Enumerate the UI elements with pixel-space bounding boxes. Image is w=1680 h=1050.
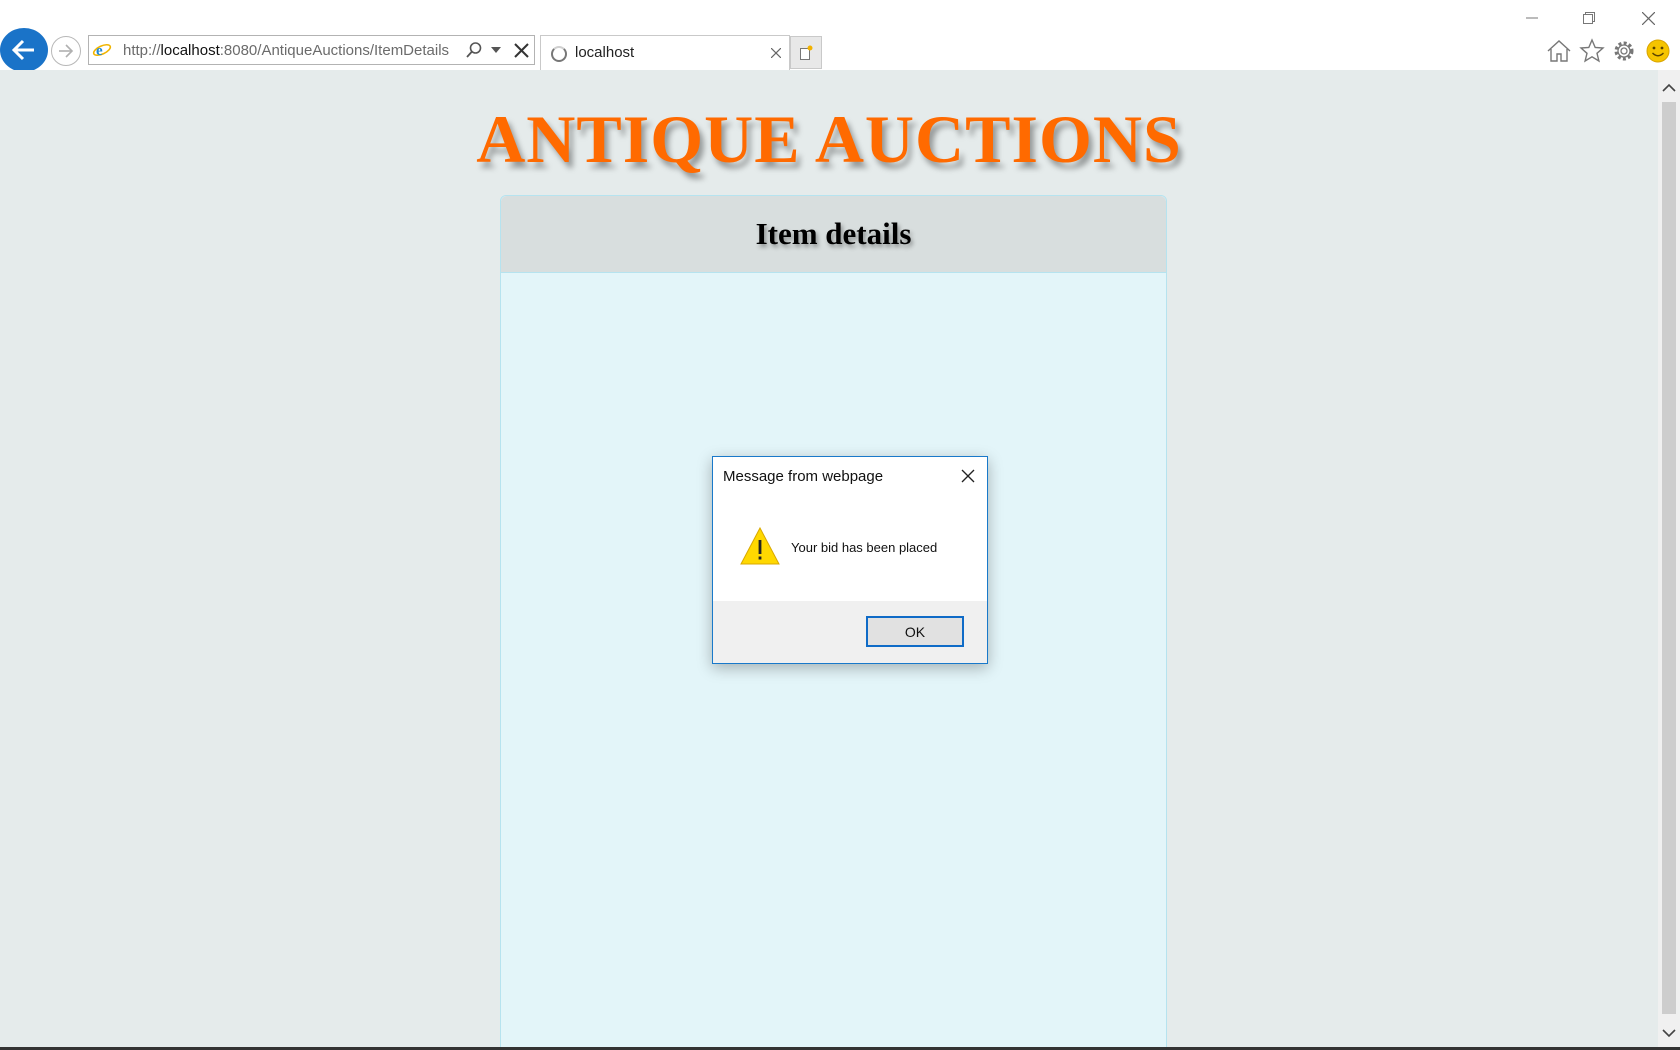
new-tab-button[interactable]: [790, 36, 822, 69]
dialog-close-button[interactable]: [957, 465, 979, 487]
svg-text:e: e: [96, 43, 103, 59]
dialog-title: Message from webpage: [723, 468, 884, 485]
tab-close-button[interactable]: [770, 43, 782, 62]
restore-icon: [1583, 12, 1595, 24]
alert-dialog: Message from webpage Your bid has been p…: [712, 456, 988, 664]
url-path: :8080/AntiqueAuctions/ItemDetails: [219, 42, 450, 59]
scroll-down-icon: [1662, 1028, 1676, 1037]
scroll-up-icon: [1662, 83, 1676, 92]
feedback-button[interactable]: [1644, 37, 1672, 65]
ok-button[interactable]: OK: [866, 616, 964, 647]
address-url[interactable]: http://localhost:8080/AntiqueAuctions/It…: [123, 42, 449, 59]
url-host: localhost: [160, 42, 220, 59]
forward-arrow-icon: [59, 44, 74, 58]
favorites-star-icon: [1579, 38, 1605, 63]
dropdown-icon: [491, 47, 501, 53]
restore-button[interactable]: [1569, 6, 1609, 30]
minimize-icon: [1526, 17, 1538, 19]
address-bar[interactable]: e http://localhost:8080/AntiqueAuctions/…: [88, 35, 535, 65]
search-button[interactable]: [464, 40, 484, 60]
url-scheme: http://: [123, 42, 161, 59]
stop-icon: [513, 42, 529, 58]
loading-spinner-icon: [551, 46, 567, 62]
tab-localhost[interactable]: localhost: [540, 35, 790, 70]
home-button[interactable]: [1545, 37, 1573, 65]
forward-button[interactable]: [51, 36, 81, 66]
close-window-button[interactable]: [1628, 6, 1668, 30]
warning-icon: [740, 526, 780, 565]
search-icon: [466, 42, 482, 58]
tab-title: localhost: [575, 44, 635, 61]
scroll-down-button[interactable]: [1658, 1020, 1680, 1046]
address-dropdown-button[interactable]: [489, 40, 503, 60]
favorites-button[interactable]: [1578, 37, 1606, 65]
feedback-smiley-icon: [1646, 39, 1670, 63]
close-icon: [1641, 11, 1655, 25]
tab-close-icon: [770, 47, 782, 59]
close-icon: [961, 469, 975, 483]
home-icon: [1547, 40, 1571, 62]
scroll-thumb[interactable]: [1662, 102, 1676, 1014]
dialog-message: Your bid has been placed: [791, 540, 938, 555]
scroll-up-button[interactable]: [1658, 74, 1680, 100]
panel-title: Item details: [755, 216, 912, 251]
back-button[interactable]: [0, 28, 48, 72]
ie-logo-icon: e: [92, 43, 112, 59]
browser-chrome: e http://localhost:8080/AntiqueAuctions/…: [0, 0, 1680, 72]
settings-gear-icon: [1614, 41, 1634, 61]
back-arrow-icon: [12, 39, 34, 61]
site-title: ANTIQUE AUCTIONS: [476, 101, 1182, 177]
new-tab-icon: [800, 45, 813, 60]
stop-button[interactable]: [511, 40, 531, 60]
panel-header: Item details: [501, 196, 1166, 273]
dialog-footer: OK: [713, 601, 987, 663]
minimize-button[interactable]: [1512, 6, 1552, 30]
vertical-scrollbar[interactable]: [1658, 70, 1680, 1048]
settings-button[interactable]: [1610, 37, 1638, 65]
